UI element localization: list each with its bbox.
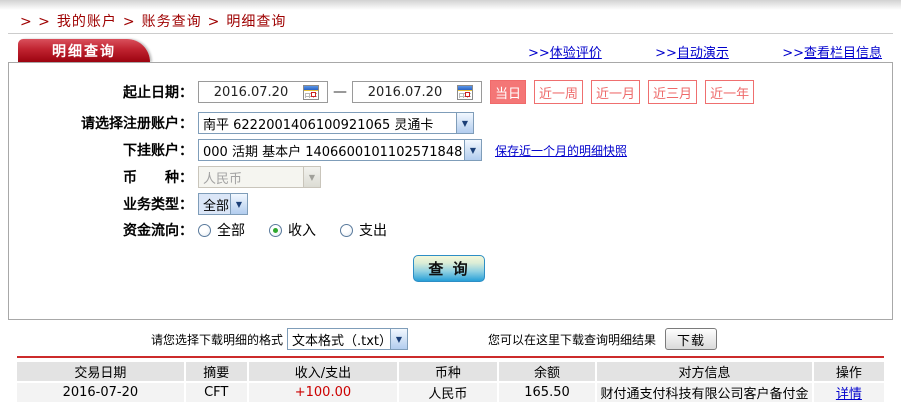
download-button[interactable]: 下载: [665, 328, 718, 350]
tab-title: 明细查询: [52, 43, 116, 60]
cell-counterparty: 财付通支付科技有限公司客户备付金: [595, 382, 813, 402]
cell-balance: 165.50: [496, 382, 597, 402]
date-range-row: 起止日期： — 当日 近一周 近一月 近三月 近一年: [9, 79, 892, 105]
cell-action: 详情: [811, 382, 884, 402]
fund-flow-option-income[interactable]: 收入: [269, 220, 316, 240]
end-date-field: [352, 81, 482, 103]
quick-range-month-button[interactable]: 近一月: [591, 80, 641, 104]
result-table: 交易日期 摘要 收入/支出 币种 余额 对方信息 操作 2016-07-20 C…: [17, 362, 884, 402]
breadcrumb-item-detail-query[interactable]: 明细查询: [226, 14, 286, 30]
link-label: 体验评价: [549, 46, 602, 61]
query-button[interactable]: 查 询: [413, 255, 485, 282]
currency-value: 人民币: [203, 171, 243, 187]
business-type-row: 业务类型： 全部 ▼: [9, 192, 892, 216]
radio-checked-icon[interactable]: [269, 223, 282, 237]
start-date-input[interactable]: [199, 84, 303, 100]
tab-detail-query: 明细查询: [18, 39, 150, 62]
calendar-icon[interactable]: [457, 84, 473, 100]
sub-account-row: 下挂账户： 000 活期 基本户 1406600101102571848 ▼ 保…: [9, 138, 892, 162]
breadcrumb-item-account-query[interactable]: 账务查询: [142, 14, 202, 30]
link-label: 查看栏目信息: [803, 46, 882, 61]
cell-summary: CFT: [183, 382, 248, 402]
link-prefix: >>: [655, 46, 677, 61]
fund-flow-radio-group: 全部 收入 支出: [198, 220, 411, 240]
dropdown-arrow-icon[interactable]: ▼: [230, 194, 247, 214]
cell-date: 2016-07-20: [17, 382, 185, 402]
fund-flow-option-all[interactable]: 全部: [198, 220, 245, 240]
breadcrumb-separator: >: [122, 14, 136, 30]
registered-account-value: 南平 6222001406100921065 灵通卡: [203, 117, 434, 133]
dropdown-arrow-icon: ▼: [303, 167, 320, 187]
radio-label: 全部: [217, 223, 245, 239]
detail-link[interactable]: 详情: [836, 387, 862, 402]
fund-flow-option-expense[interactable]: 支出: [340, 220, 387, 240]
dropdown-arrow-icon[interactable]: ▼: [464, 140, 481, 160]
currency-row: 币 种： 人民币 ▼: [9, 165, 892, 189]
fund-flow-row: 资金流向： 全部 收入 支出: [9, 219, 892, 241]
download-row: 请您选择下载明细的格式 文本格式（.txt） ▼ 您可以在这里下载查询明细结果 …: [0, 327, 901, 351]
experience-review-link[interactable]: >>体验评价: [528, 42, 602, 61]
breadcrumb-prefix: > >: [20, 14, 51, 30]
top-gradient-bar: [0, 0, 901, 10]
business-type-value: 全部: [203, 198, 230, 214]
download-format-select[interactable]: 文本格式（.txt） ▼: [287, 328, 408, 350]
header-divider: [8, 33, 893, 34]
download-format-label: 请您选择下载明细的格式: [150, 332, 283, 347]
quick-range-quarter-button[interactable]: 近三月: [648, 80, 698, 104]
quick-range-year-button[interactable]: 近一年: [705, 80, 755, 104]
currency-label: 币 种：: [123, 170, 193, 186]
registered-account-row: 请选择注册账户： 南平 6222001406100921065 灵通卡 ▼: [9, 111, 892, 135]
col-header-currency: 币种: [397, 362, 498, 383]
currency-select: 人民币 ▼: [198, 166, 321, 188]
end-date-input[interactable]: [353, 84, 457, 100]
download-hint-text: 您可以在这里下载查询明细结果: [488, 332, 657, 347]
query-form-panel: 起止日期： — 当日 近一周 近一月 近三月 近一年 请选择注册账户： 南平 6…: [8, 62, 893, 320]
radio-icon[interactable]: [198, 223, 211, 237]
link-prefix: >>: [528, 46, 550, 61]
breadcrumb-item-my-account[interactable]: 我的账户: [57, 14, 117, 30]
registered-account-select[interactable]: 南平 6222001406100921065 灵通卡 ▼: [198, 112, 474, 134]
date-range-separator: —: [333, 84, 347, 100]
radio-label: 支出: [359, 223, 387, 239]
cell-amount: +100.00: [246, 382, 399, 402]
link-prefix: >>: [782, 46, 804, 61]
col-header-amount: 收入/支出: [246, 362, 399, 383]
breadcrumb: > > 我的账户 > 账务查询 > 明细查询: [20, 11, 292, 31]
col-header-summary: 摘要: [183, 362, 248, 383]
registered-account-label: 请选择注册账户：: [81, 116, 193, 132]
col-header-balance: 余额: [496, 362, 597, 383]
view-column-info-link[interactable]: >>查看栏目信息: [782, 42, 882, 61]
sub-account-label: 下挂账户：: [123, 143, 193, 159]
start-date-field: [198, 81, 328, 103]
col-header-date: 交易日期: [17, 362, 185, 383]
quick-range-today-button[interactable]: 当日: [490, 80, 527, 104]
calendar-icon[interactable]: [303, 84, 319, 100]
header-links: >>体验评价 >>自动演示 >>查看栏目信息: [528, 42, 882, 61]
radio-icon[interactable]: [340, 223, 353, 237]
date-range-label: 起止日期：: [123, 85, 193, 101]
table-header-row: 交易日期 摘要 收入/支出 币种 余额 对方信息 操作: [17, 362, 884, 383]
table-row: 2016-07-20 CFT +100.00 人民币 165.50 财付通支付科…: [17, 382, 884, 402]
col-header-action: 操作: [811, 362, 884, 383]
sub-account-value: 000 活期 基本户 1406600101102571848: [203, 144, 463, 160]
fund-flow-label: 资金流向：: [123, 223, 193, 239]
link-label: 自动演示: [676, 46, 729, 61]
dropdown-arrow-icon[interactable]: ▼: [456, 113, 473, 133]
business-type-select[interactable]: 全部 ▼: [198, 193, 248, 215]
radio-label: 收入: [288, 223, 316, 239]
breadcrumb-separator: >: [207, 14, 221, 30]
save-snapshot-link[interactable]: 保存近一个月的明细快照: [495, 142, 627, 159]
download-format-value: 文本格式（.txt）: [292, 333, 390, 349]
result-table-section: 交易日期 摘要 收入/支出 币种 余额 对方信息 操作 2016-07-20 C…: [17, 356, 884, 402]
dropdown-arrow-icon[interactable]: ▼: [390, 329, 407, 349]
cell-currency: 人民币: [397, 382, 498, 402]
auto-demo-link[interactable]: >>自动演示: [655, 42, 729, 61]
sub-account-select[interactable]: 000 活期 基本户 1406600101102571848 ▼: [198, 139, 482, 161]
business-type-label: 业务类型：: [123, 197, 193, 213]
quick-range-week-button[interactable]: 近一周: [534, 80, 584, 104]
col-header-counterparty: 对方信息: [595, 362, 813, 383]
